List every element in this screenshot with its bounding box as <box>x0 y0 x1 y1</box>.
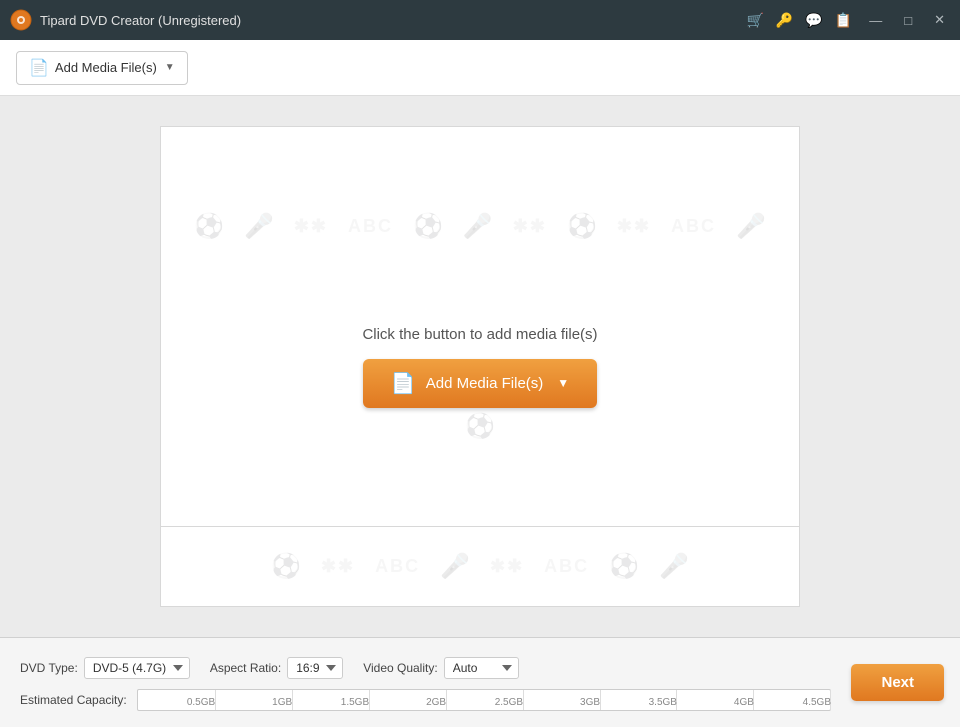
video-quality-select[interactable]: Auto High Medium Low <box>444 657 519 679</box>
toolbar-dropdown-arrow-icon: ▼ <box>165 62 175 73</box>
capacity-tick-3: 1.5GB <box>369 690 370 710</box>
key-icon[interactable]: 🔑 <box>776 12 793 29</box>
panel-bottom: ⚽ ✱✱ ABC 🎤 ✱✱ ABC ⚽ 🎤 <box>160 527 800 607</box>
close-button[interactable]: ✕ <box>929 10 950 30</box>
capacity-tick-label-1: 0.5GB <box>187 697 215 708</box>
app-title: Tipard DVD Creator (Unregistered) <box>40 13 241 28</box>
pattern-overlay-bottom: ⚽ ✱✱ ABC 🎤 ✱✱ ABC ⚽ 🎤 <box>161 527 799 606</box>
video-quality-group: Video Quality: Auto High Medium Low <box>363 657 519 679</box>
capacity-tick-9: 4.5GB <box>830 690 831 710</box>
title-bar-left: Tipard DVD Creator (Unregistered) <box>10 9 241 31</box>
bottom-bar: DVD Type: DVD-5 (4.7G) DVD-9 (8.5G) Aspe… <box>0 637 960 727</box>
left-controls: DVD Type: DVD-5 (4.7G) DVD-9 (8.5G) Aspe… <box>0 649 851 717</box>
capacity-tick-1: 0.5GB <box>215 690 216 710</box>
capacity-tick-label-2: 1GB <box>272 697 292 708</box>
capacity-tick-label-7: 3.5GB <box>649 697 677 708</box>
capacity-bar: 0.5GB 1GB 1.5GB 2GB 2.5GB 3GB <box>137 689 832 711</box>
bubble-icon[interactable]: 💬 <box>805 12 822 29</box>
main-content: ⚽ 🎤 ✱✱ ABC ⚽ 🎤 ✱✱ ⚽ ✱✱ ABC 🎤 ⚽ ⚽ ✱✱ ABC … <box>0 96 960 637</box>
capacity-tick-6: 3GB <box>600 690 601 710</box>
bottom-controls: DVD Type: DVD-5 (4.7G) DVD-9 (8.5G) Aspe… <box>0 649 960 717</box>
controls-row: DVD Type: DVD-5 (4.7G) DVD-9 (8.5G) Aspe… <box>0 649 851 687</box>
prompt-text: Click the button to add media file(s) <box>362 326 597 343</box>
toolbar: 📄 Add Media File(s) ▼ <box>0 40 960 96</box>
capacity-tick-label-5: 2.5GB <box>495 697 523 708</box>
dvd-type-select[interactable]: DVD-5 (4.7G) DVD-9 (8.5G) <box>84 657 190 679</box>
capacity-tick-7: 3.5GB <box>676 690 677 710</box>
capacity-tick-5: 2.5GB <box>523 690 524 710</box>
capacity-tick-label-9: 4.5GB <box>803 697 831 708</box>
title-bar-right: 🛒 🔑 💬 📋 — □ ✕ <box>746 10 950 30</box>
dvd-type-label: DVD Type: <box>20 661 78 675</box>
capacity-tick-label-6: 3GB <box>580 697 600 708</box>
add-media-main-button[interactable]: 📄 Add Media File(s) ▼ <box>363 359 597 408</box>
capacity-tick-label-4: 2GB <box>426 697 446 708</box>
add-media-main-label: Add Media File(s) <box>426 375 544 392</box>
capacity-tick-4: 2GB <box>446 690 447 710</box>
app-logo-icon <box>10 9 32 31</box>
capacity-row: Estimated Capacity: 0.5GB 1GB 1.5GB 2GB <box>0 687 851 717</box>
estimated-capacity-label: Estimated Capacity: <box>20 693 127 707</box>
capacity-tick-2: 1GB <box>292 690 293 710</box>
aspect-ratio-label: Aspect Ratio: <box>210 661 281 675</box>
maximize-button[interactable]: □ <box>899 11 917 30</box>
minimize-button[interactable]: — <box>864 11 887 30</box>
aspect-ratio-select[interactable]: 16:9 4:3 <box>287 657 343 679</box>
cart-icon[interactable]: 🛒 <box>746 12 763 29</box>
video-quality-label: Video Quality: <box>363 661 438 675</box>
capacity-tick-label-8: 4GB <box>734 697 754 708</box>
next-button[interactable]: Next <box>851 664 944 701</box>
aspect-ratio-group: Aspect Ratio: 16:9 4:3 <box>210 657 343 679</box>
add-media-main-dropdown-icon: ▼ <box>557 376 569 390</box>
capacity-tick-8: 4GB <box>753 690 754 710</box>
capacity-tick-label-3: 1.5GB <box>341 697 369 708</box>
chat-icon[interactable]: 📋 <box>835 12 852 29</box>
dvd-type-group: DVD Type: DVD-5 (4.7G) DVD-9 (8.5G) <box>20 657 190 679</box>
add-media-toolbar-icon: 📄 <box>29 58 49 78</box>
add-media-toolbar-label: Add Media File(s) <box>55 60 157 75</box>
title-bar: Tipard DVD Creator (Unregistered) 🛒 🔑 💬 … <box>0 0 960 40</box>
add-media-toolbar-button[interactable]: 📄 Add Media File(s) ▼ <box>16 51 188 85</box>
add-media-main-icon: 📄 <box>391 371 416 396</box>
center-prompt: Click the button to add media file(s) 📄 … <box>362 326 597 408</box>
